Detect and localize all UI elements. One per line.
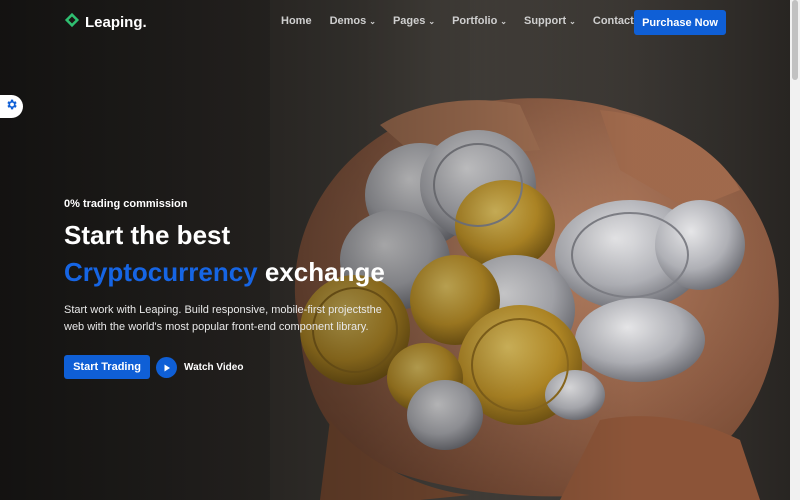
nav-item-demos[interactable]: Demos ⌄ xyxy=(330,15,376,27)
nav-item-pages[interactable]: Pages ⌄ xyxy=(393,15,435,27)
chevron-down-icon: ⌄ xyxy=(569,16,576,26)
hero-description: Start work with Leaping. Build responsiv… xyxy=(64,304,382,333)
hero-section: Leaping. Home Demos ⌄ Pages ⌄ Portfolio … xyxy=(0,0,800,500)
nav-item-portfolio[interactable]: Portfolio ⌄ xyxy=(452,15,507,27)
nav-item-label: Contact xyxy=(592,15,634,27)
hero-headline-rest: exchange xyxy=(257,257,385,287)
chevron-down-icon: ⌄ xyxy=(428,16,436,26)
scrollbar-thumb[interactable] xyxy=(792,0,798,80)
start-trading-button[interactable]: Start Trading xyxy=(64,355,150,379)
watch-video-label: Watch Video xyxy=(184,362,244,373)
watch-video-link[interactable]: Watch Video xyxy=(156,357,243,378)
brand-name: Leaping. xyxy=(85,14,147,31)
play-icon[interactable] xyxy=(156,357,177,378)
nav-item-label: Demos xyxy=(329,15,367,27)
hero-headline-line1: Start the best xyxy=(64,220,231,250)
nav-item-contact[interactable]: Contact xyxy=(593,15,634,27)
main-menu: Home Demos ⌄ Pages ⌄ Portfolio ⌄ Support… xyxy=(281,15,634,27)
nav-item-label: Portfolio xyxy=(452,15,498,27)
nav-item-support[interactable]: Support ⌄ xyxy=(524,15,576,27)
hero-headline-accent: Cryptocurrency xyxy=(64,257,258,287)
nav-item-label: Home xyxy=(281,15,312,27)
hero-headline-line2: Cryptocurrency exchange xyxy=(64,257,385,288)
nav-item-label: Pages xyxy=(392,15,426,27)
gear-icon xyxy=(5,98,18,116)
settings-toggle-button[interactable] xyxy=(0,95,23,118)
nav-item-home[interactable]: Home xyxy=(281,15,312,27)
purchase-now-button[interactable]: Purchase Now xyxy=(634,10,726,35)
nav-item-label: Support xyxy=(524,15,567,27)
chevron-down-icon: ⌄ xyxy=(369,16,376,26)
brand-logo[interactable]: Leaping. xyxy=(64,12,147,33)
page-scrollbar[interactable] xyxy=(790,0,800,500)
diamond-logo-icon xyxy=(64,12,80,33)
chevron-down-icon: ⌄ xyxy=(500,16,507,26)
hero-tagline: 0% trading commission xyxy=(64,198,188,210)
top-navbar: Leaping. Home Demos ⌄ Pages ⌄ Portfolio … xyxy=(0,0,790,44)
